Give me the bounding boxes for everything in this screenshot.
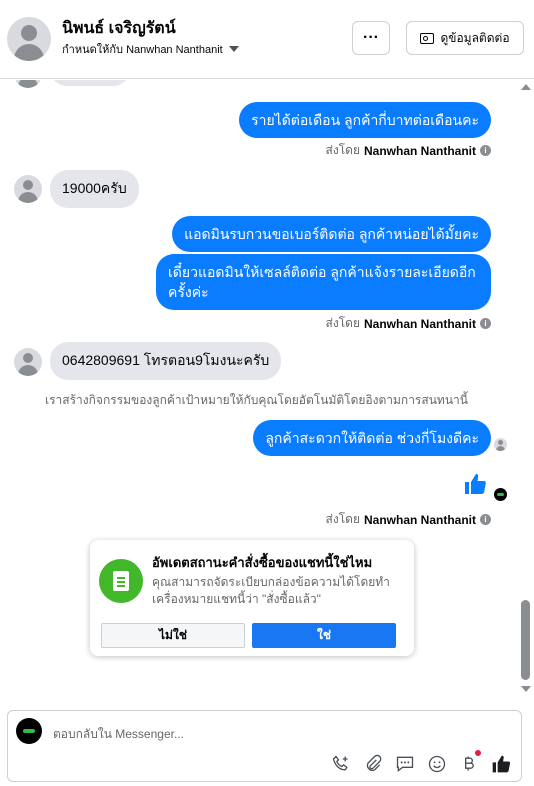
- sent-by-line: ส่งโดย Nanwhan Nanthanit i: [326, 141, 491, 160]
- info-icon[interactable]: i: [480, 145, 491, 156]
- emoji-icon[interactable]: [426, 753, 448, 775]
- sent-by-prefix: ส่งโดย: [325, 143, 360, 157]
- like-icon[interactable]: [490, 753, 512, 775]
- seen-avatar: [494, 438, 507, 451]
- saved-reply-icon[interactable]: [394, 753, 416, 775]
- sent-by-name: Nanwhan Nanthanit: [363, 316, 476, 331]
- page-avatar: [16, 718, 42, 744]
- info-icon[interactable]: i: [480, 318, 491, 329]
- chevron-down-icon: [228, 46, 239, 52]
- info-icon[interactable]: i: [480, 514, 491, 525]
- contact-avatar-small: [14, 175, 42, 203]
- sent-by-prefix: ส่งโดย: [325, 316, 360, 330]
- contact-avatar-small: [14, 80, 42, 88]
- attachment-icon[interactable]: [362, 753, 384, 775]
- assigned-label: กำหนดให้กับ Nanwhan Nanthanit: [62, 44, 223, 56]
- conversation-header: นิพนธ์ เจริญรัตน์ กำหนดให้กับ Nanwhan Na…: [0, 0, 534, 79]
- more-options-button[interactable]: ···: [352, 21, 390, 55]
- contact-avatar-small: [14, 348, 42, 376]
- thumbs-up-icon: [465, 474, 486, 494]
- contact-card-icon: [420, 32, 435, 44]
- sent-by-name: Nanwhan Nanthanit: [363, 512, 476, 527]
- scrollbar-thumb[interactable]: [521, 600, 530, 680]
- yes-button[interactable]: ใช่: [252, 623, 396, 648]
- message-bubble-outgoing[interactable]: แอดมินรบกวนขอเบอร์ติดต่อ ลูกค้าหน่อยได้ม…: [172, 216, 491, 252]
- reply-input[interactable]: ตอบกลับใน Messenger...: [53, 725, 184, 744]
- sent-by-name: Nanwhan Nanthanit: [363, 143, 476, 158]
- baht-icon[interactable]: [458, 753, 480, 775]
- sent-by-prefix: ส่งโดย: [325, 512, 360, 526]
- no-button[interactable]: ไม่ใช่: [101, 623, 245, 648]
- notification-dot: [475, 750, 481, 756]
- reply-composer[interactable]: ตอบกลับใน Messenger...: [7, 710, 522, 782]
- message-bubble-incoming-partial: [50, 80, 130, 86]
- order-status-card: อัพเดตสถานะคำสั่งซื้อของแชทนี้ใช่ไหม คุณ…: [90, 540, 414, 656]
- sent-by-line: ส่งโดย Nanwhan Nanthanit i: [326, 510, 491, 529]
- assign-dropdown[interactable]: กำหนดให้กับ Nanwhan Nanthanit: [62, 40, 239, 58]
- add-call-icon[interactable]: [330, 753, 352, 775]
- sent-by-line: ส่งโดย Nanwhan Nanthanit i: [326, 314, 491, 333]
- message-bubble-outgoing[interactable]: ลูกค้าสะดวกให้ติดต่อ ช่วงกี่โมงดีคะ: [253, 420, 491, 456]
- message-bubble-outgoing[interactable]: เดี๋ยวแอดมินให้เซลล์ติดต่อ ลูกค้าแจ้งราย…: [156, 254, 491, 310]
- like-sticker[interactable]: [463, 472, 487, 501]
- view-contact-label: ดูข้อมูลติดต่อ: [440, 30, 510, 45]
- order-receipt-icon: [99, 559, 143, 603]
- message-bubble-outgoing[interactable]: รายได้ต่อเดือน ลูกค้ากี่บาทต่อเดือนคะ: [239, 102, 491, 138]
- message-bubble-incoming[interactable]: 19000ครับ: [50, 170, 139, 208]
- scroll-up-arrow-icon[interactable]: [521, 84, 531, 90]
- contact-avatar[interactable]: [7, 17, 51, 61]
- contact-name[interactable]: นิพนธ์ เจริญรัตน์: [62, 16, 176, 41]
- scroll-down-arrow-icon[interactable]: [521, 686, 531, 692]
- message-bubble-incoming[interactable]: 0642809691 โทรตอน9โมงนะครับ: [50, 342, 282, 380]
- system-note: เราสร้างกิจกรรมของลูกค้าเป้าหมายให้กับคุ…: [45, 393, 468, 407]
- card-description: คุณสามารถจัดระเบียบกล่องข้อความได้โดยทำเ…: [152, 575, 390, 606]
- view-contact-button[interactable]: ดูข้อมูลติดต่อ: [406, 21, 524, 55]
- card-title: อัพเดตสถานะคำสั่งซื้อของแชทนี้ใช่ไหม: [152, 555, 373, 570]
- page-seen-avatar: [494, 488, 507, 501]
- more-icon: ···: [363, 29, 379, 46]
- message-thread[interactable]: รายได้ต่อเดือน ลูกค้ากี่บาทต่อเดือนคะ ส่…: [0, 80, 517, 700]
